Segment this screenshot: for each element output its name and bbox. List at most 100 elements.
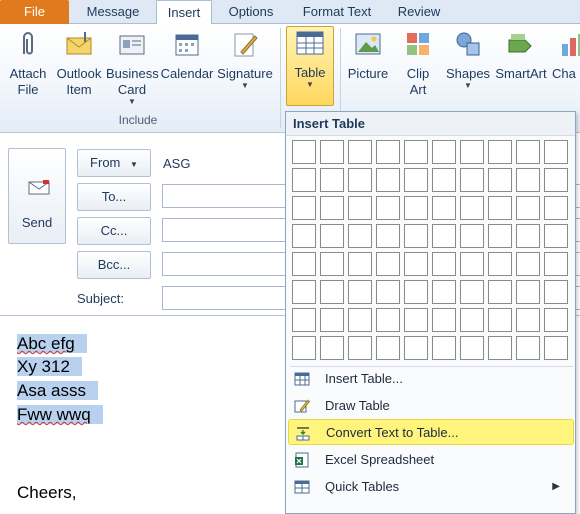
menu-item-insert-table[interactable]: Insert Table... [288, 366, 574, 392]
business-card-button[interactable]: Business Card ▼ [106, 28, 159, 106]
table-grid-cell[interactable] [404, 224, 428, 248]
table-grid-cell[interactable] [516, 336, 540, 360]
table-grid-cell[interactable] [460, 280, 484, 304]
table-grid-cell[interactable] [320, 280, 344, 304]
table-grid-cell[interactable] [320, 168, 344, 192]
table-grid-cell[interactable] [488, 336, 512, 360]
chart-button[interactable]: Cha [552, 28, 580, 82]
table-grid-cell[interactable] [292, 224, 316, 248]
table-grid-cell[interactable] [320, 140, 344, 164]
table-grid-cell[interactable] [432, 224, 456, 248]
attach-file-button[interactable]: Attach File [4, 28, 52, 98]
table-grid-cell[interactable] [376, 308, 400, 332]
tab-message[interactable]: Message [72, 0, 154, 24]
table-grid-cell[interactable] [488, 224, 512, 248]
table-grid-cell[interactable] [544, 224, 568, 248]
table-grid-cell[interactable] [292, 252, 316, 276]
shapes-button[interactable]: Shapes ▼ [444, 28, 492, 90]
table-grid-cell[interactable] [404, 196, 428, 220]
table-grid-cell[interactable] [432, 196, 456, 220]
table-grid-cell[interactable] [488, 280, 512, 304]
table-grid-cell[interactable] [516, 280, 540, 304]
clip-art-button[interactable]: Clip Art [396, 28, 440, 98]
table-grid-cell[interactable] [432, 252, 456, 276]
table-grid-cell[interactable] [460, 336, 484, 360]
table-grid-cell[interactable] [348, 168, 372, 192]
table-grid-cell[interactable] [404, 308, 428, 332]
tab-options[interactable]: Options [216, 0, 286, 24]
table-grid-cell[interactable] [404, 168, 428, 192]
table-grid-cell[interactable] [516, 168, 540, 192]
table-grid-cell[interactable] [516, 196, 540, 220]
table-grid-cell[interactable] [376, 196, 400, 220]
table-button[interactable]: Table ▼ [286, 26, 334, 106]
table-grid-cell[interactable] [292, 336, 316, 360]
outlook-item-button[interactable]: Outlook Item [54, 28, 104, 98]
table-grid-cell[interactable] [432, 308, 456, 332]
table-grid-cell[interactable] [460, 140, 484, 164]
table-grid-cell[interactable] [516, 140, 540, 164]
table-grid-cell[interactable] [404, 140, 428, 164]
table-grid-cell[interactable] [544, 308, 568, 332]
from-button[interactable]: From ▼ [77, 149, 151, 177]
table-grid-cell[interactable] [348, 196, 372, 220]
table-grid-cell[interactable] [404, 280, 428, 304]
table-grid-cell[interactable] [488, 196, 512, 220]
table-grid-cell[interactable] [516, 224, 540, 248]
table-grid-cell[interactable] [320, 336, 344, 360]
tab-file[interactable]: File [0, 0, 69, 24]
menu-item-excel-spreadsheet[interactable]: Excel Spreadsheet [288, 447, 574, 473]
tab-review[interactable]: Review [388, 0, 450, 24]
table-grid-cell[interactable] [432, 140, 456, 164]
table-grid-cell[interactable] [292, 140, 316, 164]
table-grid-cell[interactable] [544, 280, 568, 304]
table-grid-cell[interactable] [460, 308, 484, 332]
table-grid-cell[interactable] [348, 252, 372, 276]
table-grid-cell[interactable] [488, 168, 512, 192]
table-grid-cell[interactable] [376, 252, 400, 276]
table-grid-cell[interactable] [376, 336, 400, 360]
table-grid-cell[interactable] [320, 252, 344, 276]
table-grid-cell[interactable] [348, 224, 372, 248]
table-grid-cell[interactable] [320, 308, 344, 332]
table-grid-cell[interactable] [488, 140, 512, 164]
table-grid-cell[interactable] [432, 336, 456, 360]
bcc-button[interactable]: Bcc... [77, 251, 151, 279]
table-grid-cell[interactable] [460, 252, 484, 276]
table-grid-cell[interactable] [376, 140, 400, 164]
menu-item-quick-tables[interactable]: Quick Tables ▶ [288, 474, 574, 500]
table-grid-cell[interactable] [376, 168, 400, 192]
menu-item-draw-table[interactable]: Draw Table [288, 393, 574, 419]
table-grid-cell[interactable] [544, 252, 568, 276]
table-grid-cell[interactable] [544, 140, 568, 164]
tab-format-text[interactable]: Format Text [290, 0, 384, 24]
table-grid-cell[interactable] [292, 280, 316, 304]
table-grid-cell[interactable] [460, 196, 484, 220]
table-grid-cell[interactable] [320, 196, 344, 220]
table-grid-cell[interactable] [516, 308, 540, 332]
table-grid-cell[interactable] [544, 168, 568, 192]
table-grid-cell[interactable] [404, 252, 428, 276]
smartart-button[interactable]: SmartArt [494, 28, 548, 82]
table-grid-cell[interactable] [460, 168, 484, 192]
signature-button[interactable]: Signature ▼ [216, 28, 274, 90]
table-grid-cell[interactable] [292, 196, 316, 220]
table-grid-cell[interactable] [544, 196, 568, 220]
table-grid-cell[interactable] [348, 308, 372, 332]
table-grid-cell[interactable] [544, 336, 568, 360]
to-button[interactable]: To... [77, 183, 151, 211]
table-grid-cell[interactable] [292, 308, 316, 332]
table-grid-cell[interactable] [376, 280, 400, 304]
table-grid-cell[interactable] [432, 168, 456, 192]
table-size-grid[interactable] [292, 140, 572, 364]
table-grid-cell[interactable] [348, 280, 372, 304]
table-grid-cell[interactable] [488, 308, 512, 332]
table-grid-cell[interactable] [404, 336, 428, 360]
cc-button[interactable]: Cc... [77, 217, 151, 245]
table-grid-cell[interactable] [516, 252, 540, 276]
table-grid-cell[interactable] [320, 224, 344, 248]
table-grid-cell[interactable] [376, 224, 400, 248]
table-grid-cell[interactable] [348, 336, 372, 360]
picture-button[interactable]: Picture [344, 28, 392, 82]
tab-insert[interactable]: Insert [156, 0, 212, 25]
